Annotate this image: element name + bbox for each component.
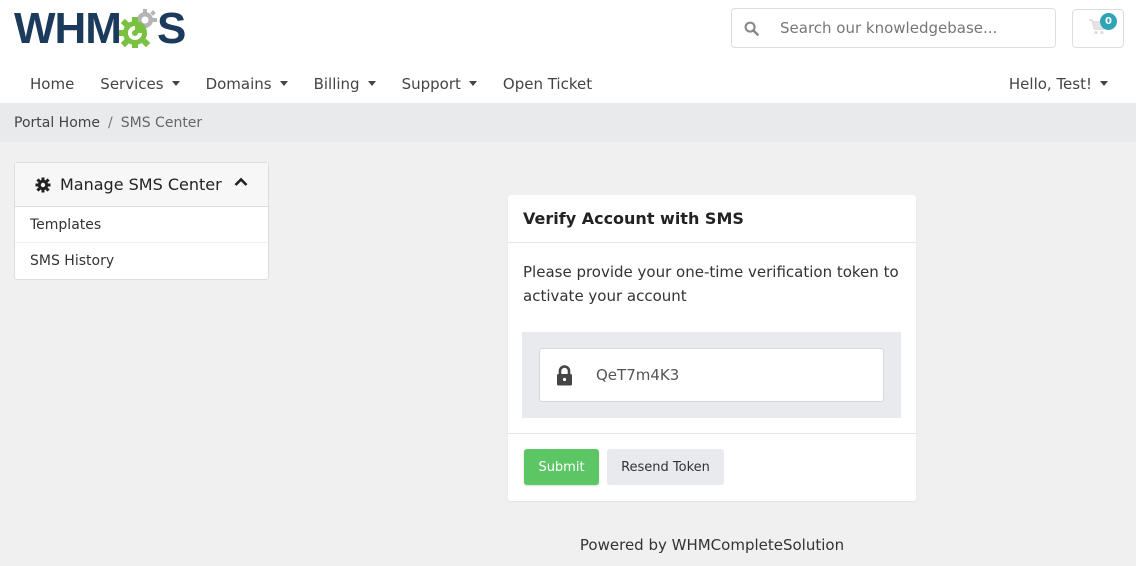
caret-down-icon bbox=[279, 81, 288, 86]
user-menu[interactable]: Hello, Test! bbox=[1009, 75, 1108, 93]
cart-count-badge: 0 bbox=[1100, 13, 1117, 30]
caret-down-icon bbox=[367, 81, 376, 86]
nav-support[interactable]: Support bbox=[389, 75, 490, 93]
whmcs-logo[interactable]: WHM S bbox=[14, 4, 186, 53]
powered-by-footer: Powered by WHMCompleteSolution bbox=[579, 536, 845, 554]
submit-button[interactable]: Submit bbox=[524, 449, 599, 485]
nav-home[interactable]: Home bbox=[0, 75, 87, 93]
breadcrumb-separator: / bbox=[108, 114, 113, 131]
nav-open-ticket[interactable]: Open Ticket bbox=[490, 75, 605, 93]
knowledgebase-search[interactable] bbox=[731, 8, 1056, 48]
card-footer: Submit Resend Token bbox=[508, 433, 916, 501]
logo-gear-icon bbox=[118, 9, 159, 49]
sidebar-header[interactable]: Manage SMS Center bbox=[15, 163, 268, 207]
sidebar-item-templates[interactable]: Templates bbox=[15, 207, 268, 243]
main-nav: Home Services Domains Billing Support Op… bbox=[0, 64, 1136, 103]
lock-icon bbox=[540, 364, 588, 386]
nav-billing-label: Billing bbox=[313, 74, 360, 93]
card-description: Please provide your one-time verificatio… bbox=[523, 263, 899, 305]
verify-account-card: Verify Account with SMS Please provide y… bbox=[508, 195, 916, 501]
logo-text-right: S bbox=[156, 4, 186, 53]
card-title: Verify Account with SMS bbox=[508, 195, 916, 243]
sidebar-title: Manage SMS Center bbox=[60, 175, 222, 194]
breadcrumb-current: SMS Center bbox=[120, 114, 203, 131]
sidebar-item-sms-history[interactable]: SMS History bbox=[15, 243, 268, 279]
logo-text-left: WHM bbox=[14, 4, 122, 53]
chevron-up-icon[interactable] bbox=[234, 177, 248, 187]
sidebar-item-label: SMS History bbox=[30, 253, 115, 269]
user-menu-label: Hello, Test! bbox=[1008, 74, 1092, 93]
caret-down-icon bbox=[1100, 81, 1108, 86]
resend-token-button[interactable]: Resend Token bbox=[607, 449, 724, 485]
gear-icon bbox=[35, 177, 51, 193]
nav-home-label: Home bbox=[30, 74, 75, 93]
token-field[interactable] bbox=[539, 348, 884, 402]
nav-domains-label: Domains bbox=[205, 74, 272, 93]
nav-services-label: Services bbox=[100, 74, 164, 93]
token-input[interactable] bbox=[596, 366, 866, 384]
nav-domains[interactable]: Domains bbox=[193, 75, 301, 93]
token-field-wrapper bbox=[522, 332, 901, 418]
cart-button[interactable]: 0 bbox=[1072, 9, 1124, 48]
search-icon bbox=[732, 21, 770, 36]
nav-services[interactable]: Services bbox=[87, 75, 192, 93]
caret-down-icon bbox=[468, 81, 477, 86]
nav-billing[interactable]: Billing bbox=[301, 75, 389, 93]
sidebar-item-label: Templates bbox=[30, 216, 102, 233]
nav-support-label: Support bbox=[401, 74, 461, 93]
breadcrumb-portal-home[interactable]: Portal Home bbox=[14, 115, 100, 131]
search-input[interactable] bbox=[780, 19, 1040, 37]
caret-down-icon bbox=[171, 81, 180, 86]
sidebar-panel: Manage SMS Center Templates SMS History bbox=[14, 162, 269, 280]
header: WHM S Search our knowledgebase... 0 bbox=[0, 0, 1136, 64]
nav-open-ticket-label: Open Ticket bbox=[502, 74, 593, 93]
breadcrumb: Portal Home / SMS Center bbox=[0, 103, 1136, 142]
